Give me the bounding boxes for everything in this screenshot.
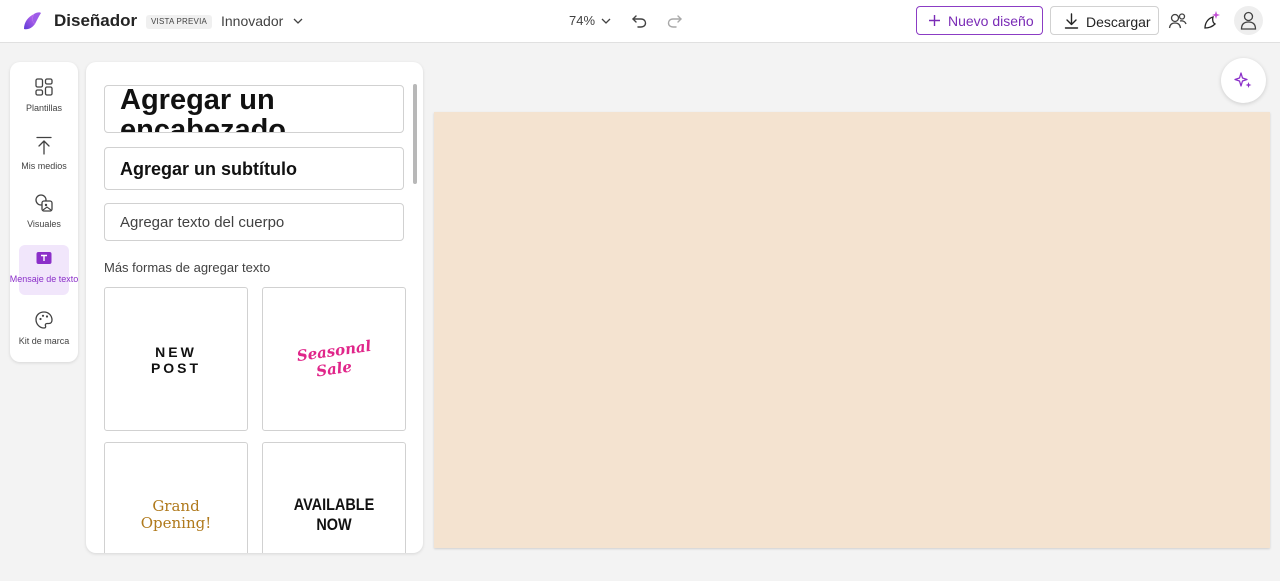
add-body-text-button[interactable]: Agregar texto del cuerpo: [104, 203, 404, 241]
download-icon: [1064, 13, 1079, 29]
text-style-line: Grand: [152, 497, 200, 515]
sidebar-item-label: Visuales: [27, 219, 61, 229]
plus-icon: [929, 15, 940, 26]
templates-icon: [35, 78, 53, 96]
top-bar: Diseñador VISTA PREVIA Innovador 74% Nue…: [0, 0, 1280, 43]
project-name[interactable]: Innovador: [221, 13, 283, 29]
text-panel: Agregar un encabezado Agregar un subtítu…: [86, 62, 423, 553]
sidebar-item-label: Plantillas: [25, 103, 63, 113]
designer-logo-icon: [24, 12, 41, 30]
add-heading-label: Agregar un encabezado: [120, 85, 286, 133]
preview-badge: VISTA PREVIA: [146, 15, 213, 29]
add-heading-button[interactable]: Agregar un encabezado: [104, 85, 404, 133]
sidebar-item-mis-medios[interactable]: Mis medios: [10, 132, 78, 182]
sidebar-item-kit-de-marca[interactable]: Kit de marca: [10, 307, 78, 357]
left-rail: Plantillas Mis medios Visuales Mensaje d…: [10, 62, 78, 362]
design-canvas[interactable]: [434, 112, 1270, 548]
zoom-level[interactable]: 74%: [569, 13, 595, 28]
text-style-seasonal-sale[interactable]: Seasonal Sale: [262, 287, 406, 431]
add-subtitle-button[interactable]: Agregar un subtítulo: [104, 147, 404, 190]
sparkle-icon: [1234, 72, 1252, 88]
upload-icon: [36, 136, 52, 155]
text-style-line: NOW: [316, 515, 352, 534]
text-style-grand-opening[interactable]: Grand Opening!: [104, 442, 248, 553]
sidebar-item-label: Mis medios: [21, 161, 67, 171]
chevron-down-icon[interactable]: [292, 15, 304, 27]
download-label: Descargar: [1086, 14, 1151, 30]
text-icon: [36, 252, 52, 264]
text-style-line: NEW: [155, 344, 197, 360]
text-style-available-now[interactable]: AVAILABLE NOW: [262, 442, 406, 553]
visuals-icon: [35, 194, 53, 212]
add-body-text-label: Agregar texto del cuerpo: [120, 214, 285, 231]
new-design-label: Nuevo diseño: [948, 13, 1034, 29]
sidebar-item-visuales[interactable]: Visuales: [10, 190, 78, 240]
designer-assist-button[interactable]: [1221, 58, 1266, 103]
app-name: Diseñador: [54, 11, 138, 30]
redo-icon[interactable]: [664, 11, 684, 31]
text-style-line: POST: [150, 360, 202, 376]
sidebar-item-label: Mensaje de texto: [10, 274, 78, 284]
sidebar-item-label: Kit de marca: [18, 336, 70, 346]
zoom-chevron-down-icon[interactable]: [600, 15, 612, 27]
user-icon: [1240, 11, 1257, 30]
add-subtitle-label: Agregar un subtítulo: [120, 159, 297, 179]
text-style-line: AVAILABLE: [293, 495, 375, 514]
new-design-button[interactable]: Nuevo diseño: [916, 6, 1043, 35]
share-people-icon[interactable]: [1167, 10, 1189, 32]
download-button[interactable]: Descargar: [1050, 6, 1159, 35]
sidebar-item-mensaje-de-texto[interactable]: Mensaje de texto: [10, 245, 78, 295]
panel-scrollbar[interactable]: [413, 84, 417, 184]
avatar[interactable]: [1234, 6, 1263, 35]
sidebar-item-plantillas[interactable]: Plantillas: [10, 74, 78, 124]
text-style-new-post[interactable]: NEW POST: [104, 287, 248, 431]
undo-icon[interactable]: [630, 11, 650, 31]
more-ways-title: Más formas de agregar texto: [104, 260, 271, 275]
text-style-line: Opening!: [140, 514, 212, 532]
copilot-sparkle-icon[interactable]: [1200, 9, 1222, 31]
palette-icon: [35, 311, 53, 329]
